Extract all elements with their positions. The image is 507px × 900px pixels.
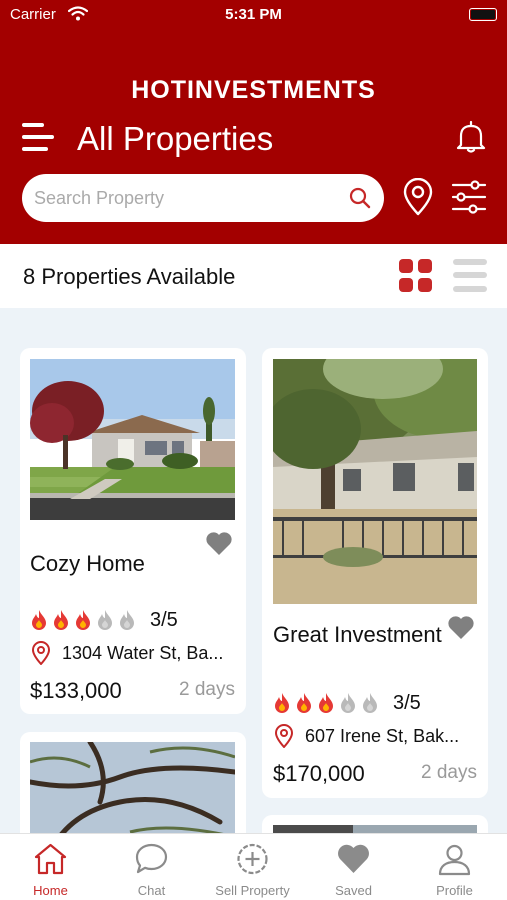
property-price: $170,000 bbox=[273, 761, 365, 786]
person-icon bbox=[438, 844, 471, 876]
menu-button[interactable] bbox=[22, 121, 56, 155]
status-bar: Carrier 5:31 PM bbox=[0, 0, 507, 30]
add-circle-icon bbox=[237, 843, 268, 875]
search-icon[interactable] bbox=[349, 187, 371, 209]
location-pin-icon bbox=[31, 641, 51, 665]
map-pin-icon[interactable] bbox=[402, 178, 434, 216]
hotness-rating: 3/5 bbox=[273, 692, 473, 714]
tab-chat[interactable]: Chat bbox=[101, 834, 202, 900]
rating-text: 3/5 bbox=[150, 609, 178, 631]
favorite-heart-icon[interactable] bbox=[205, 531, 233, 556]
tab-saved[interactable]: Saved bbox=[303, 834, 404, 900]
property-address: 607 Irene St, Bak... bbox=[305, 726, 460, 746]
property-title: Cozy Home bbox=[30, 551, 145, 576]
tab-profile[interactable]: Profile bbox=[404, 834, 505, 900]
flame-filled-icon bbox=[32, 610, 46, 630]
property-address: 1304 Water St, Ba... bbox=[62, 643, 224, 663]
notification-bell-icon[interactable] bbox=[455, 120, 487, 154]
flame-empty-icon bbox=[363, 693, 377, 713]
flame-filled-icon bbox=[297, 693, 311, 713]
rating-text: 3/5 bbox=[393, 692, 421, 714]
tab-home[interactable]: Home bbox=[0, 834, 101, 900]
tab-label: Chat bbox=[137, 883, 166, 898]
flame-filled-icon bbox=[76, 610, 90, 630]
flame-empty-icon bbox=[341, 693, 355, 713]
heart-icon bbox=[338, 844, 369, 873]
flame-filled-icon bbox=[54, 610, 68, 630]
grid-view-icon[interactable] bbox=[399, 259, 432, 292]
favorite-heart-icon[interactable] bbox=[447, 615, 475, 640]
search-bar bbox=[22, 174, 384, 222]
app-header: Carrier 5:31 PM HOTINVESTMENTS All Prope… bbox=[0, 0, 507, 244]
tab-label: Home bbox=[33, 883, 68, 898]
flame-filled-icon bbox=[319, 693, 333, 713]
property-card[interactable]: Great Investment 3/5 607 Irene St, Bak..… bbox=[262, 348, 488, 798]
property-price: $133,000 bbox=[30, 678, 122, 703]
flame-empty-icon bbox=[120, 610, 134, 630]
property-title: Great Investment bbox=[273, 622, 442, 647]
flame-empty-icon bbox=[98, 610, 112, 630]
hotness-rating: 3/5 bbox=[30, 609, 230, 631]
property-count-label: 8 Properties Available bbox=[23, 264, 236, 289]
menu-icon bbox=[22, 123, 44, 127]
location-pin-icon bbox=[274, 724, 294, 748]
property-photo bbox=[30, 359, 235, 520]
search-input[interactable] bbox=[34, 184, 344, 212]
listing-age: 2 days bbox=[421, 762, 477, 783]
status-time: 5:31 PM bbox=[225, 6, 282, 23]
menu-icon bbox=[22, 147, 48, 151]
bottom-tab-bar: Home Chat Sell Property Saved Profile bbox=[0, 833, 507, 900]
tab-sell-property[interactable]: Sell Property bbox=[202, 834, 303, 900]
tab-label: Saved bbox=[335, 883, 372, 898]
home-icon bbox=[34, 843, 67, 875]
menu-icon bbox=[22, 135, 54, 139]
brand-logo: HOTINVESTMENTS bbox=[131, 76, 376, 104]
property-photo bbox=[273, 359, 477, 604]
page-title: All Properties bbox=[77, 120, 274, 157]
tab-label: Sell Property bbox=[215, 883, 290, 898]
listing-age: 2 days bbox=[179, 679, 235, 700]
flame-filled-icon bbox=[275, 693, 289, 713]
chat-bubble-icon bbox=[135, 843, 168, 874]
battery-icon bbox=[469, 8, 497, 21]
tab-label: Profile bbox=[436, 883, 473, 898]
filter-sliders-icon[interactable] bbox=[451, 180, 487, 214]
list-view-icon[interactable] bbox=[453, 259, 487, 292]
property-card[interactable]: Cozy Home 3/5 1304 Water St, Ba... $133,… bbox=[20, 348, 246, 714]
